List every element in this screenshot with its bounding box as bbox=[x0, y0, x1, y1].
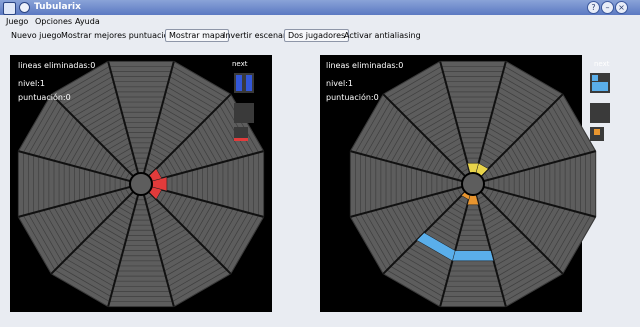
close-button[interactable]: × bbox=[615, 1, 628, 14]
window-menu-icon[interactable] bbox=[19, 2, 30, 13]
player2-board[interactable]: lineas eliminadas:0 nivel:1 puntuación:0… bbox=[320, 55, 610, 312]
window-title: Tubularix bbox=[34, 2, 81, 12]
player1-next-preview bbox=[234, 73, 254, 93]
antialiasing-button[interactable]: Activar antialiasing bbox=[341, 29, 424, 42]
menu-juego[interactable]: Juego bbox=[6, 16, 28, 27]
player1-score: puntuación:0 bbox=[18, 93, 71, 102]
player2-block bbox=[452, 250, 494, 262]
minimize-button[interactable]: – bbox=[601, 1, 614, 14]
menu-opciones[interactable]: Opciones bbox=[35, 16, 72, 27]
new-game-button[interactable]: Nuevo juego bbox=[8, 29, 64, 42]
menu-ayuda[interactable]: Ayuda bbox=[75, 16, 100, 27]
player1-preview-2 bbox=[234, 103, 254, 123]
two-players-button[interactable]: Dos jugadores bbox=[284, 29, 350, 42]
player1-center bbox=[129, 172, 153, 196]
player2-level: nivel:1 bbox=[326, 79, 353, 88]
player1-level: nivel:1 bbox=[18, 79, 45, 88]
player2-center bbox=[461, 172, 485, 196]
player1-lines: lineas eliminadas:0 bbox=[18, 61, 96, 70]
player2-lines: lineas eliminadas:0 bbox=[326, 61, 404, 70]
player1-board[interactable]: lineas eliminadas:0 nivel:1 puntuación:0… bbox=[10, 55, 272, 312]
toolbar: Nuevo juego Mostrar mejores puntuaciones… bbox=[0, 28, 640, 44]
player2-next-label: next bbox=[594, 60, 610, 68]
player2-next-preview bbox=[590, 73, 610, 93]
player1-next-label: next bbox=[232, 60, 248, 68]
player2-preview-2 bbox=[590, 103, 610, 123]
help-button[interactable]: ? bbox=[587, 1, 600, 14]
player1-preview-3 bbox=[234, 127, 248, 141]
title-bar: Tubularix ? – × bbox=[0, 0, 640, 16]
player2-score: puntuación:0 bbox=[326, 93, 379, 102]
app-icon[interactable] bbox=[3, 2, 16, 15]
player2-preview-3 bbox=[590, 127, 604, 141]
menu-bar: Juego Opciones Ayuda bbox=[0, 15, 640, 28]
